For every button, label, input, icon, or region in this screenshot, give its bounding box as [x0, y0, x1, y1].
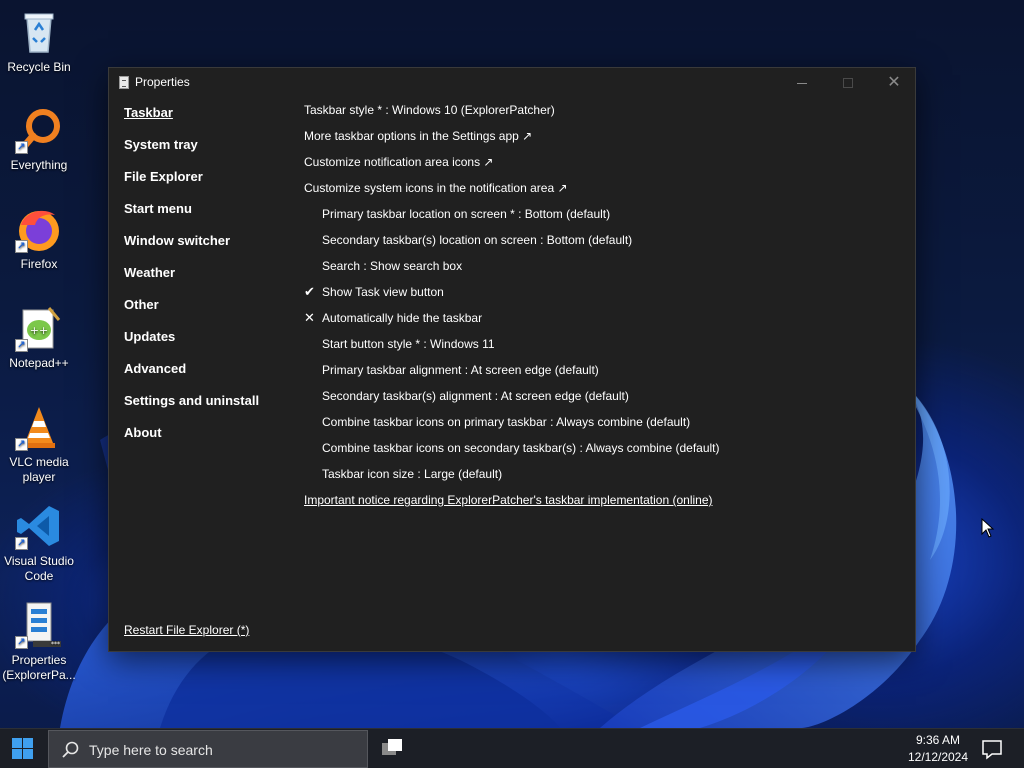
desktop-icon-notepadpp[interactable]: ++ ↗ Notepad++ [0, 304, 78, 371]
taskbar: Type here to search 9:36 AM 12/12/2024 [0, 728, 1024, 768]
task-view-button[interactable] [378, 735, 408, 763]
option-label: Combine taskbar icons on secondary taskb… [322, 441, 720, 455]
option-primary-taskbar-location[interactable]: Primary taskbar location on screen * : B… [304, 206, 904, 232]
magnifier-icon: ↗ [15, 106, 63, 154]
svg-text:++: ++ [30, 324, 48, 337]
shortcut-arrow-icon: ↗ [15, 240, 28, 253]
important-notice-link[interactable]: Important notice regarding ExplorerPatch… [304, 492, 904, 518]
window-title: Properties [135, 75, 190, 89]
restart-explorer-link[interactable]: Restart File Explorer (*) [124, 623, 249, 637]
sidebar-item-about[interactable]: About [124, 424, 294, 456]
clock-date: 12/12/2024 [907, 750, 969, 764]
sidebar-item-start-menu[interactable]: Start menu [124, 200, 294, 232]
title-bar[interactable]: Properties ✕ [109, 68, 915, 98]
system-clock[interactable]: 9:36 AM 12/12/2024 [900, 732, 976, 766]
option-label: Automatically hide the taskbar [322, 311, 483, 325]
checkmark-icon: ✔ [304, 284, 315, 299]
sidebar-item-weather[interactable]: Weather [124, 264, 294, 296]
shortcut-arrow-icon: ↗ [15, 537, 28, 550]
clock-time: 9:36 AM [915, 733, 961, 747]
firefox-icon: ↗ [15, 205, 63, 253]
option-auto-hide-taskbar[interactable]: ✕ Automatically hide the taskbar [304, 310, 904, 336]
desktop-icon-firefox[interactable]: ↗ Firefox [0, 205, 78, 272]
option-combine-primary[interactable]: Combine taskbar icons on primary taskbar… [304, 414, 904, 440]
search-icon [62, 741, 79, 758]
option-label: Taskbar style * : Windows 10 (ExplorerPa… [304, 103, 555, 117]
minimize-button[interactable] [779, 68, 825, 98]
desktop-icon-label: Recycle Bin [7, 60, 71, 74]
option-label: Search : Show search box [322, 259, 463, 273]
sidebar-item-advanced[interactable]: Advanced [124, 360, 294, 392]
option-label: Customize system icons in the notificati… [304, 181, 568, 195]
desktop-icon-everything[interactable]: ↗ Everything [0, 106, 78, 173]
option-label: Important notice regarding ExplorerPatch… [304, 493, 713, 507]
desktop-icon-label: Everything [10, 158, 68, 172]
desktop-icon-vlc[interactable]: ↗ VLC media player [0, 403, 78, 485]
option-label: Primary taskbar location on screen * : B… [322, 207, 611, 221]
sidebar-item-updates[interactable]: Updates [124, 328, 294, 360]
app-icon [119, 76, 129, 89]
svg-text:***: *** [51, 641, 60, 648]
desktop-icon-label: Properties (ExplorerPa... [2, 653, 76, 682]
option-label: Combine taskbar icons on primary taskbar… [322, 415, 691, 429]
close-icon: ✕ [887, 74, 901, 91]
option-label: Primary taskbar alignment : At screen ed… [322, 363, 599, 377]
sidebar-item-system-tray[interactable]: System tray [124, 136, 294, 168]
option-more-taskbar-settings[interactable]: More taskbar options in the Settings app… [304, 128, 904, 154]
desktop-icon-label: Firefox [20, 257, 58, 271]
desktop-icon-label: VLC media player [9, 455, 69, 484]
option-secondary-taskbar-location[interactable]: Secondary taskbar(s) location on screen … [304, 232, 904, 258]
properties-window: Properties ✕ Taskbar System tray File Ex… [108, 67, 916, 652]
option-label: Secondary taskbar(s) alignment : At scre… [322, 389, 629, 403]
maximize-button[interactable] [825, 68, 871, 98]
option-label: Start button style * : Windows 11 [322, 337, 495, 351]
option-start-button-style[interactable]: Start button style * : Windows 11 [304, 336, 904, 362]
option-combine-secondary[interactable]: Combine taskbar icons on secondary taskb… [304, 440, 904, 466]
mouse-cursor-icon [981, 518, 995, 538]
recycle-bin-icon [15, 8, 63, 56]
desktop-icon-label: Notepad++ [9, 356, 69, 370]
option-label: Secondary taskbar(s) location on screen … [322, 233, 633, 247]
option-customize-notification-icons[interactable]: Customize notification area icons ↗ [304, 154, 904, 180]
option-taskbar-style[interactable]: Taskbar style * : Windows 10 (ExplorerPa… [304, 102, 904, 128]
option-label: Show Task view button [322, 285, 444, 299]
sidebar-item-other[interactable]: Other [124, 296, 294, 328]
close-button[interactable]: ✕ [871, 68, 917, 98]
option-label: More taskbar options in the Settings app… [304, 129, 533, 143]
desktop-icon-properties[interactable]: *** ↗ Properties (ExplorerPa... [0, 601, 78, 683]
sidebar-item-settings-uninstall[interactable]: Settings and uninstall [124, 392, 294, 424]
properties-icon: *** ↗ [15, 601, 63, 649]
shortcut-arrow-icon: ↗ [15, 636, 28, 649]
taskbar-options-list: Taskbar style * : Windows 10 (ExplorerPa… [304, 102, 904, 518]
taskbar-search-box[interactable]: Type here to search [48, 730, 368, 768]
option-secondary-alignment[interactable]: Secondary taskbar(s) alignment : At scre… [304, 388, 904, 414]
option-label: Taskbar icon size : Large (default) [322, 467, 503, 481]
sidebar-item-file-explorer[interactable]: File Explorer [124, 168, 294, 200]
vscode-icon: ↗ [15, 502, 63, 550]
shortcut-arrow-icon: ↗ [15, 438, 28, 451]
minimize-icon [797, 83, 807, 84]
cross-icon: ✕ [304, 310, 315, 325]
option-search[interactable]: Search : Show search box [304, 258, 904, 284]
search-placeholder: Type here to search [89, 742, 213, 758]
option-show-task-view[interactable]: ✔ Show Task view button [304, 284, 904, 310]
desktop-icon-recycle-bin[interactable]: Recycle Bin [0, 8, 78, 75]
shortcut-arrow-icon: ↗ [15, 141, 28, 154]
sidebar-item-taskbar[interactable]: Taskbar [124, 104, 294, 136]
option-primary-alignment[interactable]: Primary taskbar alignment : At screen ed… [304, 362, 904, 388]
option-label: Customize notification area icons ↗ [304, 155, 494, 169]
desktop-icon-vscode[interactable]: ↗ Visual Studio Code [0, 502, 78, 584]
notification-center-icon[interactable] [980, 737, 1004, 761]
maximize-icon [843, 78, 853, 88]
start-button[interactable] [0, 729, 46, 768]
option-taskbar-icon-size[interactable]: Taskbar icon size : Large (default) [304, 466, 904, 492]
notepadpp-icon: ++ ↗ [15, 304, 63, 352]
desktop-icon-label: Visual Studio Code [4, 554, 74, 583]
shortcut-arrow-icon: ↗ [15, 339, 28, 352]
sidebar-item-window-switcher[interactable]: Window switcher [124, 232, 294, 264]
option-customize-system-icons[interactable]: Customize system icons in the notificati… [304, 180, 904, 206]
vlc-cone-icon: ↗ [15, 403, 63, 451]
sidebar-nav: Taskbar System tray File Explorer Start … [124, 104, 294, 456]
